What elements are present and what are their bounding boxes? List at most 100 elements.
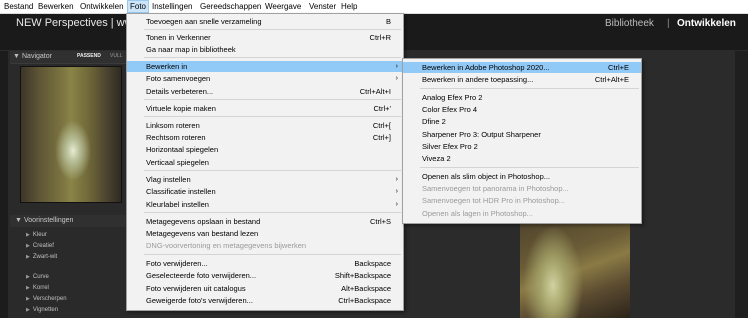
submenu-item-plugin[interactable]: Dfine 2	[403, 116, 641, 127]
module-library[interactable]: Bibliotheek	[605, 18, 654, 29]
menu-venster[interactable]: Venster	[307, 0, 338, 13]
menu-bewerken[interactable]: Bewerken	[36, 0, 76, 13]
navigator-title: Navigator	[22, 53, 52, 60]
menu-item-set-color-label[interactable]: Kleurlabel instellen ›	[127, 199, 403, 210]
expand-triangle-icon: ▶	[26, 232, 30, 238]
menu-weergave[interactable]: Weergave	[263, 0, 303, 13]
menu-item-label: Samenvoegen tot HDR Pro in Photoshop...	[422, 196, 565, 205]
preset-folder[interactable]: ▶ Creatief	[26, 243, 54, 249]
collapse-triangle-icon[interactable]: ▼	[15, 217, 22, 224]
collapse-triangle-icon[interactable]: ▼	[13, 53, 20, 60]
menu-item-label: Geweigerde foto's verwijderen...	[146, 296, 253, 305]
menu-item-remove-photo[interactable]: Foto verwijderen... Backspace	[127, 258, 403, 269]
menu-item-go-to-folder[interactable]: Ga naar map in bibliotheek	[127, 44, 403, 55]
preset-folder[interactable]: ▶ Verscherpen	[26, 296, 67, 302]
menu-item-quick-collection[interactable]: Toevoegen aan snelle verzameling B	[127, 16, 403, 27]
preset-folder-label: Zwart-wit	[32, 254, 58, 260]
menu-item-shortcut: Ctrl+'	[373, 104, 391, 113]
menu-item-enhance-details[interactable]: Details verbeteren... Ctrl+Alt+I	[127, 86, 403, 97]
preset-folder-label: Vignetten	[32, 307, 59, 313]
menu-item-shortcut: Backspace	[354, 259, 391, 268]
menu-gereedschappen[interactable]: Gereedschappen	[198, 0, 263, 13]
menu-item-delete-rejected[interactable]: Geweigerde foto's verwijderen... Ctrl+Bac…	[127, 295, 403, 306]
submenu-item-layers: Openen als lagen in Photoshop...	[403, 208, 641, 219]
menu-help[interactable]: Help	[339, 0, 359, 13]
preset-folder[interactable]: ▶ Curve	[26, 274, 49, 280]
submenu-item-smart-object[interactable]: Openen als slim object in Photoshop...	[403, 171, 641, 182]
menu-item-update-dng: DNG-voorvertoning en metagegevens bijwer…	[127, 240, 403, 251]
menu-item-virtual-copy[interactable]: Virtuele kopie maken Ctrl+'	[127, 103, 403, 114]
menu-item-label: Color Efex Pro 4	[422, 105, 478, 114]
menu-item-edit-in[interactable]: Bewerken in ›	[127, 61, 403, 72]
expand-triangle-icon: ▶	[26, 296, 30, 302]
submenu-arrow-icon: ›	[395, 75, 398, 82]
menu-bestand[interactable]: Bestand	[2, 0, 35, 13]
edit-in-submenu: Bewerken in Adobe Photoshop 2020... Ctrl+…	[402, 58, 642, 224]
menu-separator	[144, 116, 401, 117]
preset-folder[interactable]: ▶ Korrel	[26, 285, 49, 291]
submenu-item-plugin[interactable]: Color Efex Pro 4	[403, 104, 641, 115]
preset-folder[interactable]: ▶ Zwart-wit	[26, 254, 57, 260]
menu-item-shortcut: Ctrl+R	[369, 33, 391, 42]
preset-folder[interactable]: ▶ Kleur	[26, 232, 47, 238]
expand-triangle-icon: ▶	[26, 307, 30, 313]
menu-item-remove-selected[interactable]: Geselecteerde foto verwijderen... Shift+B…	[127, 270, 403, 281]
menu-item-remove-from-catalog[interactable]: Foto verwijderen uit catalogus Alt+Backsp…	[127, 283, 403, 294]
menu-separator	[144, 212, 401, 213]
navigator-preview[interactable]	[20, 66, 122, 203]
menu-item-rotate-left[interactable]: Linksom roteren Ctrl+[	[127, 120, 403, 131]
submenu-arrow-icon: ›	[395, 176, 398, 183]
menu-item-label: Foto verwijderen...	[146, 259, 208, 268]
menu-ontwikkelen[interactable]: Ontwikkelen	[78, 0, 126, 13]
menu-item-label: Verticaal spiegelen	[146, 158, 209, 167]
submenu-item-photoshop[interactable]: Bewerken in Adobe Photoshop 2020... Ctrl+…	[403, 62, 641, 73]
menu-item-shortcut: Ctrl+Alt+E	[594, 75, 629, 84]
expand-triangle-icon: ▶	[26, 274, 30, 280]
submenu-item-plugin[interactable]: Analog Efex Pro 2	[403, 92, 641, 103]
menu-item-set-rating[interactable]: Classificatie instellen ›	[127, 186, 403, 197]
left-panel-edge	[0, 51, 8, 318]
submenu-item-other-app[interactable]: Bewerken in andere toepassing... Ctrl+Alt…	[403, 74, 641, 85]
menu-item-shortcut: Ctrl+Alt+I	[359, 87, 391, 96]
menu-item-label: Rechtsom roteren	[146, 133, 206, 142]
menu-item-label: Openen als lagen in Photoshop...	[422, 209, 533, 218]
expand-triangle-icon: ▶	[26, 254, 30, 260]
menu-item-shortcut: Ctrl+]	[372, 133, 391, 142]
menu-item-read-metadata[interactable]: Metagegevens van bestand lezen	[127, 228, 403, 239]
menu-item-photo-merge[interactable]: Foto samenvoegen ›	[127, 73, 403, 84]
foto-menu: Toevoegen aan snelle verzameling B Tonen …	[126, 13, 404, 311]
menu-separator	[144, 254, 401, 255]
menu-item-label: Viveza 2	[422, 154, 451, 163]
submenu-item-plugin[interactable]: Viveza 2	[403, 153, 641, 164]
menu-item-label: DNG-voorvertoning en metagegevens bijwer…	[146, 241, 307, 250]
menu-item-label: Dfine 2	[422, 117, 446, 126]
preset-folder[interactable]: ▶ Vignetten	[26, 307, 58, 313]
menu-separator	[420, 167, 639, 168]
menu-item-flip-vertical[interactable]: Verticaal spiegelen	[127, 157, 403, 168]
menu-item-label: Metagegevens van bestand lezen	[146, 229, 259, 238]
preset-folder-label: Korrel	[32, 285, 49, 291]
menu-item-rotate-right[interactable]: Rechtsom roteren Ctrl+]	[127, 132, 403, 143]
menu-item-label: Details verbeteren...	[146, 87, 214, 96]
module-separator: |	[667, 18, 670, 29]
menu-item-label: Foto samenvoegen	[146, 74, 211, 83]
menu-instellingen[interactable]: Instellingen	[150, 0, 194, 13]
submenu-item-panorama: Samenvoegen tot panorama in Photoshop...	[403, 183, 641, 194]
menu-item-save-metadata[interactable]: Metagegevens opslaan in bestand Ctrl+S	[127, 216, 403, 227]
menu-item-flip-horizontal[interactable]: Horizontaal spiegelen	[127, 144, 403, 155]
menu-item-shortcut: Ctrl+S	[369, 217, 391, 226]
menu-item-show-in-explorer[interactable]: Tonen in Verkenner Ctrl+R	[127, 32, 403, 43]
main-photo	[520, 210, 630, 318]
menu-separator	[420, 88, 639, 89]
submenu-item-plugin[interactable]: Silver Efex Pro 2	[403, 141, 641, 152]
menu-item-label: Sharpener Pro 3: Output Sharpener	[422, 130, 541, 139]
menu-item-set-flag[interactable]: Vlag instellen ›	[127, 174, 403, 185]
navigator-fit-button[interactable]: PASSEND	[77, 53, 101, 59]
menu-foto[interactable]: Foto	[127, 0, 150, 13]
presets-title: Voorinstellingen	[24, 217, 74, 224]
navigator-fill-button[interactable]: VULL	[110, 53, 123, 59]
submenu-item-plugin[interactable]: Sharpener Pro 3: Output Sharpener	[403, 129, 641, 140]
right-panel-edge	[735, 51, 748, 318]
module-develop[interactable]: Ontwikkelen	[677, 18, 736, 29]
preset-folder-label: Verscherpen	[32, 296, 67, 302]
